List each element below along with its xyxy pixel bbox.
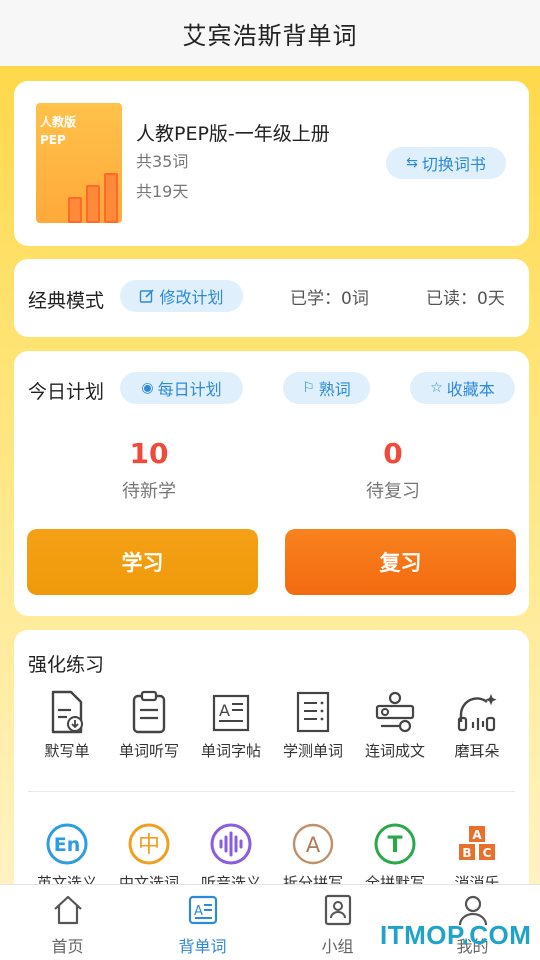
test-paper-icon: [291, 690, 335, 734]
cover-bar-decoration: [104, 173, 118, 223]
review-button[interactable]: 复习: [285, 529, 516, 595]
clipboard-icon: [127, 690, 171, 734]
review-words-count: 0: [383, 437, 403, 470]
practice-item-label: 连词成文: [364, 742, 425, 760]
practice-item-connect-words[interactable]: 连词成文: [354, 690, 436, 761]
read-stat: 已读：0天: [426, 289, 505, 309]
study-mode-card: 经典模式 修改计划 已学：0词 已读：0天: [14, 259, 529, 337]
practice-item-word-copybook[interactable]: A 单词字帖: [190, 690, 272, 761]
svg-text:En: En: [54, 834, 81, 856]
nav-label: 背单词: [178, 937, 227, 956]
eye-icon: ◉: [141, 380, 154, 396]
practice-item-split-spelling[interactable]: A 拆分拼写: [272, 822, 354, 893]
practice-item-elimination-game[interactable]: A B C 消消乐: [436, 822, 518, 893]
familiar-words-button[interactable]: ⚐ 熟词: [283, 372, 370, 404]
book-day-count: 共19天: [136, 182, 189, 201]
new-words-label: 待新学: [122, 481, 176, 502]
letter-t-icon: T: [373, 822, 417, 866]
current-book-card[interactable]: 人教版 PEP 人教PEP版-一年级上册 共35词 共19天 ⇆ 切换词书: [14, 81, 529, 246]
switch-book-label: 切换词书: [421, 155, 486, 174]
today-plan-card: 今日计划 ◉ 每日计划 ⚐ 熟词 ☆ 收藏本 10 待新学 0 待复习 学习 复…: [14, 351, 529, 616]
cover-bar-decoration: [86, 185, 100, 223]
star-icon: ☆: [430, 380, 443, 396]
practice-item-label: 学测单词: [282, 742, 343, 760]
sound-wave-icon: [209, 822, 253, 866]
practice-item-word-dictation[interactable]: 单词听写: [108, 690, 190, 761]
svg-text:C: C: [483, 846, 492, 860]
svg-text:A: A: [194, 904, 203, 919]
review-words-label: 待复习: [366, 481, 420, 502]
page-title: 艾宾浩斯背单词: [182, 21, 358, 50]
svg-text:T: T: [387, 833, 402, 858]
familiar-words-label: 熟词: [318, 380, 351, 399]
app-header: 艾宾浩斯背单词: [0, 0, 540, 66]
english-badge-icon: En: [45, 822, 89, 866]
practice-item-dictation-sheet[interactable]: 默写单: [26, 690, 108, 761]
book-title: 人教PEP版-一年级上册: [136, 123, 330, 145]
favorites-label: 收藏本: [446, 380, 495, 399]
group-card-icon: [324, 894, 351, 926]
edit-icon: [140, 289, 155, 303]
practice-label: 强化练习: [28, 654, 105, 676]
daily-plan-label: 每日计划: [157, 380, 222, 399]
book-word-count: 共35词: [136, 152, 189, 171]
practice-item-label: 单词听写: [118, 742, 179, 760]
nav-item-memorize-words[interactable]: A 背单词: [135, 893, 270, 957]
svg-text:A: A: [306, 833, 321, 857]
practice-divider: [28, 791, 515, 792]
mode-label: 经典模式: [28, 290, 105, 312]
switch-book-button[interactable]: ⇆ 切换词书: [386, 147, 506, 179]
practice-item-listen-choice[interactable]: 听音选义: [190, 822, 272, 893]
word-book-icon: A: [188, 895, 217, 925]
new-words-count: 10: [129, 437, 169, 470]
learned-stat: 已学：0词: [290, 289, 369, 309]
cover-title: 人教版: [40, 115, 77, 129]
practice-item-word-test[interactable]: 学测单词: [272, 690, 354, 761]
practice-item-chinese-choice[interactable]: 中 中文选词: [108, 822, 190, 893]
favorites-button[interactable]: ☆ 收藏本: [410, 372, 515, 404]
chinese-badge-icon: 中: [127, 822, 171, 866]
practice-item-label: 磨耳朵: [454, 742, 500, 760]
cover-bar-decoration: [68, 197, 82, 223]
practice-item-full-spelling[interactable]: T 全拼默写: [354, 822, 436, 893]
edit-plan-button[interactable]: 修改计划: [120, 280, 243, 312]
site-watermark: ITMOP.COM: [380, 920, 532, 950]
book-cover-image: 人教版 PEP: [36, 103, 122, 223]
headphones-icon: [455, 690, 499, 734]
daily-plan-button[interactable]: ◉ 每日计划: [120, 372, 243, 404]
practice-item-english-choice[interactable]: En 英文选义: [26, 822, 108, 893]
study-button[interactable]: 学习: [27, 529, 258, 595]
today-plan-label: 今日计划: [28, 381, 105, 403]
edit-plan-label: 修改计划: [159, 288, 224, 307]
svg-text:A: A: [219, 701, 230, 720]
nav-item-home[interactable]: 首页: [0, 893, 135, 957]
home-icon: [53, 895, 82, 925]
svg-text:B: B: [462, 846, 471, 860]
abc-blocks-icon: A B C: [455, 822, 499, 866]
svg-text:中: 中: [138, 833, 160, 858]
letter-a-icon: A: [291, 822, 335, 866]
practice-item-label: 单词字帖: [200, 742, 261, 760]
cover-subtitle: PEP: [40, 133, 66, 147]
document-download-icon: [45, 690, 89, 734]
practice-item-ear-training[interactable]: 磨耳朵: [436, 690, 518, 761]
practice-item-label: 默写单: [44, 742, 90, 760]
swap-icon: ⇆: [406, 155, 418, 171]
copybook-icon: A: [209, 690, 253, 734]
flag-icon: ⚐: [302, 380, 315, 396]
svg-text:A: A: [472, 828, 482, 842]
connect-words-icon: [373, 690, 417, 734]
nav-label: 首页: [51, 937, 84, 956]
